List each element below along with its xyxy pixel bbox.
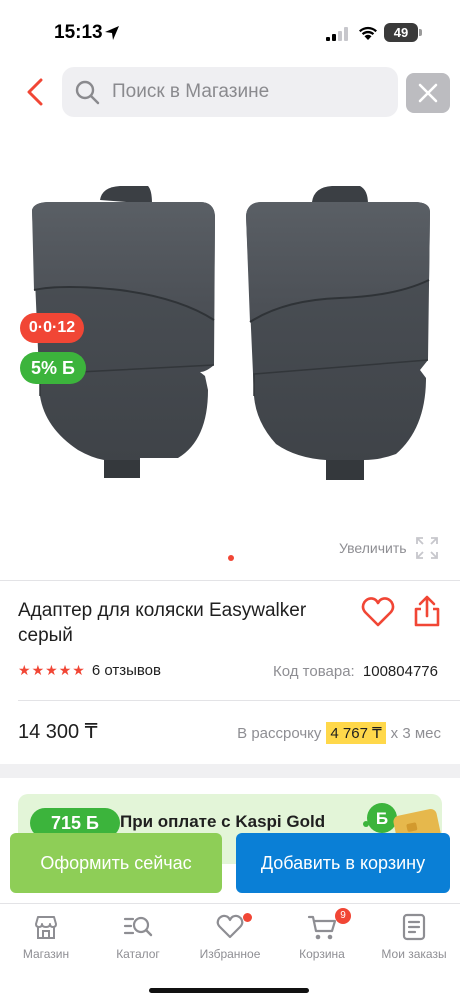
home-indicator: [149, 988, 309, 993]
star-icon: ★: [31, 662, 45, 678]
star-icon: ★: [72, 662, 85, 678]
installment-prefix: В рассрочку: [237, 724, 322, 742]
chevron-left-icon: [27, 78, 43, 106]
status-time: 15:13: [54, 22, 103, 43]
back-button[interactable]: [18, 72, 52, 112]
heart-icon: [361, 597, 395, 627]
tab-store[interactable]: Магазин: [0, 912, 92, 972]
search-box[interactable]: [62, 67, 398, 117]
product-title: Адаптер для коляски Easywalker серый: [18, 600, 307, 646]
tab-label: Корзина: [299, 947, 345, 961]
status-bar: 15:13 49: [0, 0, 460, 62]
close-icon: [418, 83, 438, 103]
sku-value: 100804776: [362, 663, 438, 680]
tab-label: Избранное: [199, 947, 261, 961]
battery-indicator: 49: [384, 23, 418, 42]
store-icon: [32, 912, 60, 942]
star-icon: ★: [58, 662, 72, 678]
divider: [0, 580, 460, 581]
expand-icon: [415, 537, 438, 559]
search-icon: [74, 79, 100, 105]
heart-icon: [216, 912, 252, 942]
product-price: 14 300 ₸: [18, 721, 98, 743]
tab-label: Мои заказы: [381, 947, 447, 961]
zoom-button[interactable]: Увеличить: [339, 536, 439, 560]
add-to-cart-button[interactable]: Добавить в корзину: [236, 833, 450, 893]
cart-count-badge: 9: [335, 908, 351, 924]
tab-catalog[interactable]: Каталог: [92, 912, 184, 972]
close-search-button[interactable]: [406, 73, 450, 113]
svg-text:Б: Б: [376, 809, 388, 828]
sku-label: Код товара:: [273, 663, 355, 680]
tab-label: Магазин: [22, 947, 70, 961]
promo-text: При оплате с Kaspi Gold: [120, 812, 326, 831]
bonus-badge: 5% Б: [20, 352, 86, 384]
order-now-button[interactable]: Оформить сейчас: [10, 833, 222, 893]
sku-row: Код товара: 100804776: [273, 663, 438, 680]
reviews-link[interactable]: 6 отзывов: [92, 662, 161, 679]
wifi-icon: [359, 26, 377, 40]
cell-signal-icon: [326, 27, 348, 41]
section-separator: [0, 764, 460, 778]
star-icon: ★: [18, 662, 31, 678]
zoom-label: Увеличить: [339, 540, 407, 556]
rating-row[interactable]: ★ ★ ★ ★ ★ 6 отзывов: [18, 662, 161, 679]
bottom-tab-bar: Магазин Каталог Избранное 9 Корзина Мои …: [0, 903, 460, 1000]
share-icon: [414, 595, 440, 627]
battery-cap: [419, 29, 422, 36]
share-button[interactable]: [412, 594, 442, 628]
favorite-button[interactable]: [361, 596, 395, 628]
divider: [18, 700, 460, 701]
cart-icon: 9: [307, 908, 351, 942]
installment-suffix: х 3 мес: [390, 724, 441, 742]
installment-amount: 4 767 ₸: [326, 722, 386, 744]
search-input[interactable]: [112, 81, 372, 103]
star-icon: ★: [45, 662, 58, 678]
rating-stars: ★ ★ ★ ★ ★: [18, 662, 86, 679]
orders-icon: [402, 912, 426, 942]
location-arrow-icon: [105, 26, 119, 40]
installment-badge: 0·0·12: [20, 313, 84, 343]
tab-cart[interactable]: 9 Корзина: [276, 908, 368, 972]
notification-dot: [243, 913, 252, 922]
tab-label: Каталог: [116, 947, 160, 961]
installment-info[interactable]: В рассрочку 4 767 ₸ х 3 мес: [237, 722, 441, 744]
image-pager-dot: [228, 555, 234, 561]
tab-favorites[interactable]: Избранное: [184, 912, 276, 972]
catalog-search-icon: [123, 912, 153, 942]
tab-orders[interactable]: Мои заказы: [368, 912, 460, 972]
